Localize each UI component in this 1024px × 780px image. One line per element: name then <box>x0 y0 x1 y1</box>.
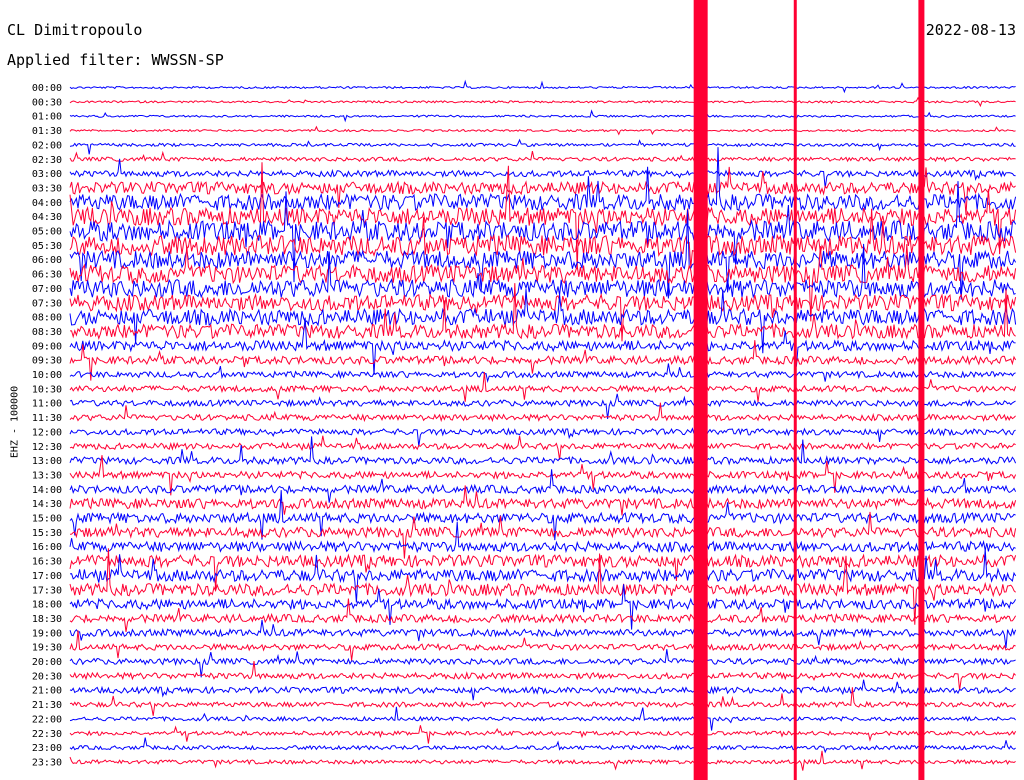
row-time-label: 03:30 <box>32 183 62 194</box>
trace-row <box>69 244 1017 322</box>
trace-row <box>69 548 1016 625</box>
trace-row <box>69 147 1017 213</box>
row-time-label: 12:30 <box>32 442 62 453</box>
trace-row <box>69 706 1016 731</box>
row-time-label: 05:30 <box>32 241 62 252</box>
tick-group: 00:00 00:30 01:00 01:30 02:00 02:30 03:00 03:30… <box>32 83 62 768</box>
row-time-label: 20:00 <box>32 657 62 668</box>
row-time-label: 09:30 <box>32 356 62 367</box>
row-time-label: 22:00 <box>32 714 62 725</box>
trace-row <box>69 649 1016 678</box>
row-time-label: 15:00 <box>32 514 62 525</box>
event-band <box>918 0 925 780</box>
trace-row <box>69 553 1017 591</box>
row-time-label: 18:30 <box>32 614 62 625</box>
row-time-label: 08:00 <box>32 313 62 324</box>
row-time-label: 17:30 <box>32 585 62 596</box>
row-time-label: 01:00 <box>32 112 62 123</box>
row-time-label: 04:30 <box>32 212 62 223</box>
trace-row <box>69 435 1016 460</box>
row-time-label: 02:00 <box>32 140 62 151</box>
row-time-label: 19:30 <box>32 643 62 654</box>
trace-row <box>69 363 1016 384</box>
row-time-label: 05:00 <box>32 227 62 238</box>
event-band <box>793 0 797 780</box>
trace-row <box>69 660 1016 691</box>
trace-group <box>69 79 1017 771</box>
row-time-label: 13:30 <box>32 470 62 481</box>
row-time-label: 06:30 <box>32 270 62 281</box>
row-time-label: 19:00 <box>32 628 62 639</box>
row-time-label: 02:30 <box>32 155 62 166</box>
trace-row <box>69 436 1017 466</box>
trace-row <box>69 317 1016 375</box>
trace-row <box>69 79 1016 94</box>
trace-row <box>69 725 1017 744</box>
row-time-label: 14:30 <box>32 499 62 510</box>
trace-row <box>69 158 1016 189</box>
row-time-label: 06:00 <box>32 255 62 266</box>
row-time-label: 11:00 <box>32 399 62 410</box>
row-time-label: 07:30 <box>32 298 62 309</box>
trace-row <box>69 584 1017 630</box>
trace-row <box>69 469 1017 503</box>
row-time-label: 12:00 <box>32 427 62 438</box>
row-time-label: 03:00 <box>32 169 62 180</box>
trace-row <box>69 138 1016 155</box>
row-time-label: 10:30 <box>32 384 62 395</box>
row-time-label: 16:00 <box>32 542 62 553</box>
trace-row <box>69 109 1016 123</box>
trace-row <box>69 679 1016 701</box>
row-time-label: 07:00 <box>32 284 62 295</box>
row-time-label: 00:00 <box>32 83 62 94</box>
trace-row <box>69 125 1016 136</box>
trace-row <box>69 427 1016 447</box>
row-time-label: 18:00 <box>32 600 62 611</box>
trace-row <box>69 737 1016 754</box>
row-time-label: 20:30 <box>32 671 62 682</box>
row-time-label: 13:00 <box>32 456 62 467</box>
row-time-label: 23:00 <box>32 743 62 754</box>
trace-row <box>69 150 1016 163</box>
row-time-label: 09:00 <box>32 341 62 352</box>
row-time-label: 15:30 <box>32 528 62 539</box>
row-time-label: 23:30 <box>32 757 62 768</box>
row-time-label: 08:30 <box>32 327 62 338</box>
row-time-label: 01:30 <box>32 126 62 137</box>
row-time-label: 21:00 <box>32 686 62 697</box>
row-time-label: 21:30 <box>32 700 62 711</box>
row-time-label: 04:00 <box>32 198 62 209</box>
event-band <box>693 0 708 780</box>
trace-row <box>69 521 1016 554</box>
row-time-label: 00:30 <box>32 97 62 108</box>
row-time-label: 11:30 <box>32 413 62 424</box>
trace-row <box>69 619 1017 648</box>
trace-row <box>69 96 1016 108</box>
row-time-label: 22:30 <box>32 729 62 740</box>
trace-row <box>69 511 1017 559</box>
trace-row <box>70 283 1016 341</box>
row-time-label: 17:00 <box>32 571 62 582</box>
row-time-label: 10:00 <box>32 370 62 381</box>
row-time-label: 14:00 <box>32 485 62 496</box>
trace-row <box>69 750 1016 771</box>
helicorder-plot: 00:00 00:30 01:00 01:30 02:00 02:30 03:00 03:30… <box>32 0 1017 780</box>
row-time-label: 16:30 <box>32 557 62 568</box>
